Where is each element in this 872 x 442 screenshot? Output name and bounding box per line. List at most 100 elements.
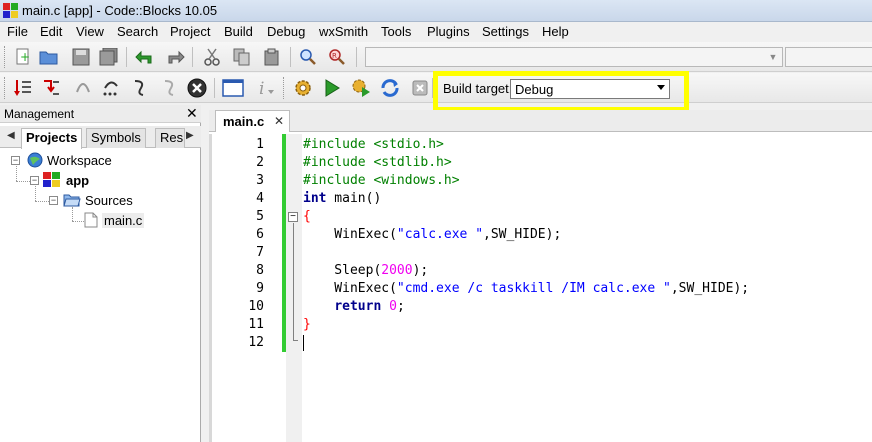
management-tabs: ◀ Projects Symbols Res ▶ xyxy=(0,126,201,149)
tab-resources-label: Res xyxy=(160,130,184,145)
find-icon[interactable] xyxy=(297,46,319,68)
tree-line xyxy=(72,207,73,221)
toolbar-separator xyxy=(356,47,357,67)
collapse-toggle-icon[interactable]: − xyxy=(49,196,58,205)
tab-resources[interactable]: Res xyxy=(155,128,185,148)
tab-projects[interactable]: Projects xyxy=(21,128,83,149)
tree-line xyxy=(16,166,17,181)
menu-debug[interactable]: Debug xyxy=(267,24,305,39)
toolbar-grip[interactable] xyxy=(4,46,7,68)
menu-plugins[interactable]: Plugins xyxy=(427,24,470,39)
menu-file[interactable]: File xyxy=(7,24,28,39)
save-icon[interactable] xyxy=(70,46,92,68)
tree-item-sources[interactable]: Sources xyxy=(85,193,133,208)
tree-line xyxy=(35,201,49,202)
menu-search[interactable]: Search xyxy=(117,24,158,39)
next-instruction-icon[interactable] xyxy=(128,77,150,99)
codeblocks-app-icon xyxy=(3,3,18,18)
tree-line xyxy=(35,186,36,201)
line-number: 2 xyxy=(256,155,264,170)
line-number: 3 xyxy=(256,173,264,188)
editor-tab-bar: main.c ✕ xyxy=(209,110,872,132)
tab-scroll-right-icon[interactable]: ▶ xyxy=(186,130,194,141)
menu-project[interactable]: Project xyxy=(170,24,210,39)
run-play-icon[interactable] xyxy=(321,77,343,99)
menu-bar: File Edit View Search Project Build Debu… xyxy=(0,22,872,42)
replace-icon[interactable]: R xyxy=(326,46,348,68)
toolbar-separator xyxy=(126,47,127,67)
menu-help[interactable]: Help xyxy=(542,24,569,39)
line-number: 8 xyxy=(256,263,264,278)
management-panel: Management ✕ ◀ Projects Symbols Res ▶ − … xyxy=(0,105,201,442)
step-out-icon[interactable] xyxy=(100,77,122,99)
stop-debugger-icon[interactable] xyxy=(186,77,208,99)
menu-build[interactable]: Build xyxy=(224,24,253,39)
menu-settings[interactable]: Settings xyxy=(482,24,529,39)
debugging-windows-icon[interactable] xyxy=(222,77,244,99)
open-folder-icon[interactable] xyxy=(38,46,60,68)
toolbar-grip[interactable] xyxy=(4,77,7,99)
undo-icon[interactable] xyxy=(134,46,156,68)
build-gear-icon[interactable] xyxy=(292,77,314,99)
tree-line xyxy=(16,181,30,182)
tab-symbols-label: Symbols xyxy=(91,130,141,145)
save-all-icon[interactable] xyxy=(98,46,120,68)
build-target-select[interactable]: Debug xyxy=(510,79,670,99)
menu-view[interactable]: View xyxy=(76,24,104,39)
menu-tools[interactable]: Tools xyxy=(381,24,411,39)
chevron-down-icon[interactable] xyxy=(657,85,665,90)
build-target-value: Debug xyxy=(515,82,554,97)
collapse-toggle-icon[interactable]: − xyxy=(30,176,39,185)
paste-icon[interactable] xyxy=(261,46,283,68)
close-icon[interactable]: ✕ xyxy=(186,105,198,122)
tab-projects-label: Projects xyxy=(26,130,78,145)
fold-margin xyxy=(286,134,302,442)
step-into-icon[interactable] xyxy=(72,77,94,99)
abort-build-icon[interactable] xyxy=(409,77,431,99)
code-line-8: Sleep(2000); xyxy=(303,263,429,278)
rebuild-icon[interactable] xyxy=(379,77,401,99)
build-and-run-icon[interactable] xyxy=(350,77,372,99)
line-number: 10 xyxy=(248,299,264,314)
svg-text:i: i xyxy=(259,79,264,98)
folder-open-icon xyxy=(63,193,81,207)
svg-text:R: R xyxy=(332,52,337,60)
line-number: 7 xyxy=(256,245,264,260)
toolbar-separator xyxy=(192,47,193,67)
copy-icon[interactable] xyxy=(231,46,253,68)
file-icon xyxy=(84,212,98,228)
step-into-instruction-icon[interactable] xyxy=(158,77,180,99)
info-icon[interactable]: i xyxy=(254,77,276,99)
tab-scroll-left-icon[interactable]: ◀ xyxy=(7,130,15,141)
next-line-icon[interactable] xyxy=(40,77,62,99)
toolbar-separator xyxy=(214,78,215,98)
chevron-down-icon[interactable]: ▼ xyxy=(766,49,780,65)
tab-symbols[interactable]: Symbols xyxy=(86,128,146,148)
line-number: 11 xyxy=(248,317,264,332)
redo-icon[interactable] xyxy=(164,46,186,68)
tree-item-workspace[interactable]: Workspace xyxy=(47,153,112,168)
cut-icon[interactable] xyxy=(201,46,223,68)
new-file-icon[interactable]: + xyxy=(12,46,34,68)
tree-item-file[interactable]: main.c xyxy=(102,213,145,228)
symbol-combo[interactable] xyxy=(785,47,872,67)
management-title: Management xyxy=(4,107,75,121)
line-number: 1 xyxy=(256,137,264,152)
menu-wxsmith[interactable]: wxSmith xyxy=(319,24,368,39)
management-header: Management ✕ xyxy=(0,105,201,123)
code-line-5: { xyxy=(303,209,311,224)
code-line-3: #include <windows.h> xyxy=(303,173,460,188)
run-to-cursor-icon[interactable] xyxy=(12,77,34,99)
tree-item-project[interactable]: app xyxy=(66,173,89,188)
panel-splitter[interactable] xyxy=(201,105,209,442)
tab-main-c[interactable]: main.c ✕ xyxy=(215,110,290,132)
toolbar-grip[interactable] xyxy=(283,77,286,99)
code-line-1: #include <stdio.h> xyxy=(303,137,444,152)
svg-text:+: + xyxy=(20,50,30,64)
code-line-4: int main() xyxy=(303,191,382,206)
close-icon[interactable]: ✕ xyxy=(274,114,284,128)
collapse-toggle-icon[interactable]: − xyxy=(11,156,20,165)
menu-edit[interactable]: Edit xyxy=(40,24,62,39)
fold-collapse-icon[interactable]: − xyxy=(288,212,298,222)
code-completion-combo[interactable]: ▼ xyxy=(365,47,783,67)
